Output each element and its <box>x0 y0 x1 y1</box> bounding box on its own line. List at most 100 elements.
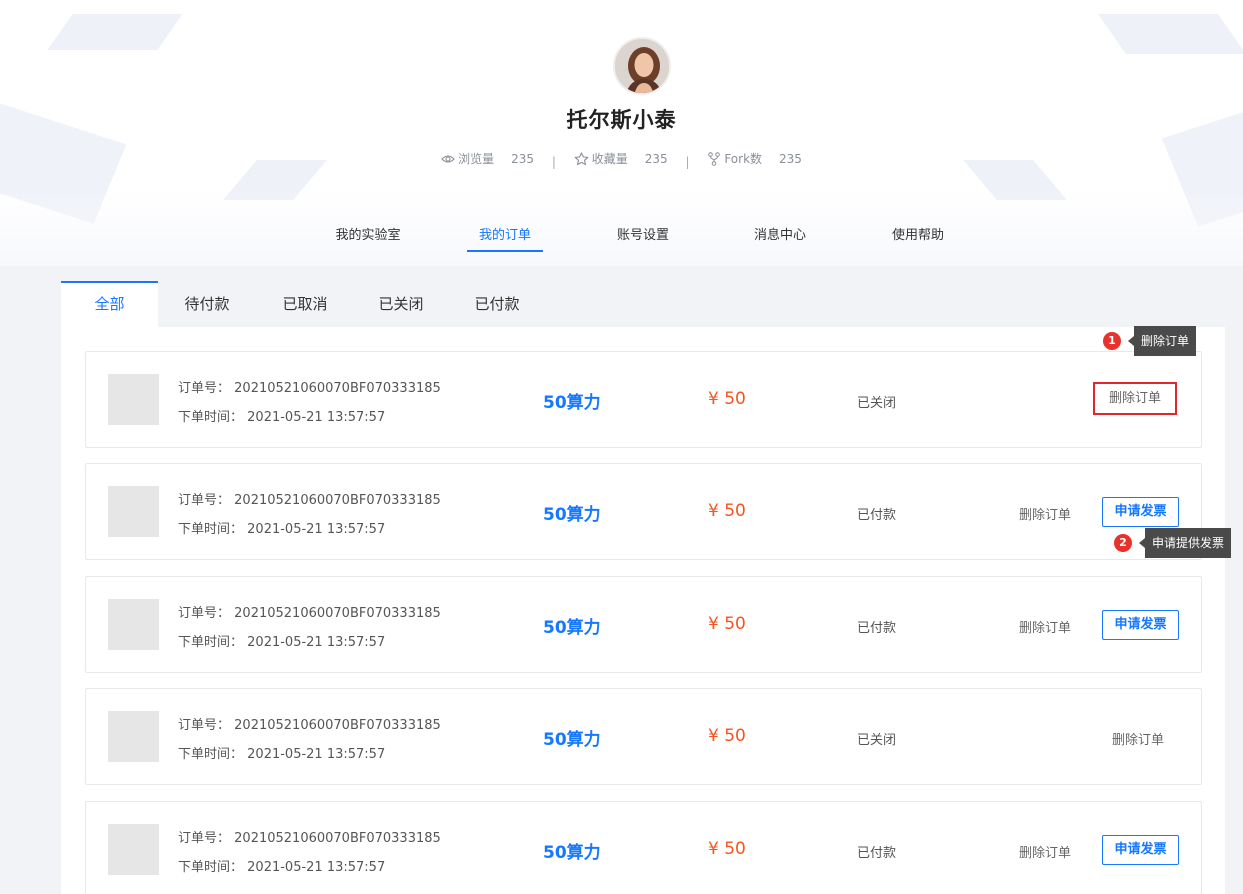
order-time-label: 下单时间： <box>178 747 244 762</box>
favorites-label: 收藏量 <box>591 152 628 166</box>
order-time-line: 下单时间： 2021-05-21 13:57:57 <box>178 743 385 762</box>
delete-order-button[interactable]: 删除订单 <box>1019 617 1071 636</box>
avatar-image <box>615 39 669 93</box>
order-time-line: 下单时间： 2021-05-21 13:57:57 <box>178 631 385 650</box>
order-time-label: 下单时间： <box>178 860 244 875</box>
order-thumbnail <box>108 824 159 875</box>
nav-item-account-settings[interactable]: 账号设置 <box>615 224 671 252</box>
order-price: ¥ 50 <box>708 501 746 521</box>
order-time-line: 下单时间： 2021-05-21 13:57:57 <box>178 856 385 875</box>
order-status: 已付款 <box>857 508 897 523</box>
order-number-line: 订单号： 20210521060070BF070333185 <box>178 377 441 396</box>
order-status: 已关闭 <box>857 396 897 411</box>
order-price: ¥ 50 <box>708 839 746 859</box>
order-thumbnail <box>108 374 159 425</box>
order-card: 订单号： 20210521060070BF070333185 下单时间： 202… <box>85 801 1202 894</box>
nav-item-message-center[interactable]: 消息中心 <box>752 224 808 252</box>
order-number-label: 订单号： <box>178 718 231 733</box>
forks-stat: Fork数 235 <box>707 150 802 167</box>
order-number-line: 订单号： 20210521060070BF070333185 <box>178 714 441 733</box>
tab-cancelled[interactable]: 已取消 <box>273 281 337 327</box>
order-time: 2021-05-21 13:57:57 <box>247 635 386 650</box>
order-status: 已付款 <box>857 846 897 861</box>
order-time-line: 下单时间： 2021-05-21 13:57:57 <box>178 518 385 537</box>
annotation-tooltip: 删除订单 <box>1127 326 1197 356</box>
order-time: 2021-05-21 13:57:57 <box>247 747 386 762</box>
profile-nav: 我的实验室 我的订单 账号设置 消息中心 使用帮助 <box>0 224 1243 254</box>
tab-pending-payment[interactable]: 待付款 <box>175 281 239 327</box>
avatar[interactable] <box>613 37 671 95</box>
order-number-line: 订单号： 20210521060070BF070333185 <box>178 602 441 621</box>
order-number-label: 订单号： <box>178 381 231 396</box>
username: 托尔斯小泰 <box>566 108 677 132</box>
order-card: 订单号： 20210521060070BF070333185 下单时间： 202… <box>85 688 1202 785</box>
order-power: 50算力 <box>543 505 601 525</box>
order-number-label: 订单号： <box>178 606 231 621</box>
order-price: ¥ 50 <box>708 726 746 746</box>
forks-count: 235 <box>779 151 802 166</box>
request-invoice-button[interactable]: 申请发票 <box>1102 497 1179 527</box>
order-number: 20210521060070BF070333185 <box>234 493 441 508</box>
order-number-line: 订单号： 20210521060070BF070333185 <box>178 489 441 508</box>
views-label: 浏览量 <box>458 152 495 166</box>
nav-item-my-orders[interactable]: 我的订单 <box>467 224 543 252</box>
order-time-label: 下单时间： <box>178 635 244 650</box>
annotation-tooltip: 申请提供发票 <box>1138 528 1232 558</box>
order-power: 50算力 <box>543 618 601 638</box>
order-number: 20210521060070BF070333185 <box>234 718 441 733</box>
favorites-stat: 收藏量 235 <box>574 150 668 167</box>
delete-order-button[interactable]: 删除订单 <box>1093 382 1177 415</box>
tab-paid[interactable]: 已付款 <box>465 281 529 327</box>
order-number-label: 订单号： <box>178 493 231 508</box>
fork-icon <box>708 151 721 166</box>
background-shape <box>1097 14 1243 54</box>
order-thumbnail <box>108 486 159 537</box>
order-time-label: 下单时间： <box>178 522 244 537</box>
background-shape <box>47 14 183 50</box>
annotation-request-invoice: 2 申请提供发票 <box>1114 528 1232 558</box>
order-status: 已付款 <box>857 621 897 636</box>
favorites-count: 235 <box>644 151 668 166</box>
order-power: 50算力 <box>543 843 601 863</box>
annotation-delete-order: 1 删除订单 <box>1103 326 1197 356</box>
order-card: 订单号： 20210521060070BF070333185 下单时间： 202… <box>85 576 1202 673</box>
annotation-badge: 1 <box>1103 332 1121 350</box>
delete-order-button[interactable]: 删除订单 <box>1019 504 1071 523</box>
order-number-label: 订单号： <box>178 831 231 846</box>
stat-separator: | <box>685 154 690 169</box>
profile-stats: 浏览量 235 | 收藏量 235 | Fork数 235 <box>0 150 1243 169</box>
annotation-badge: 2 <box>1114 534 1132 552</box>
views-stat: 浏览量 235 <box>441 150 534 167</box>
order-time: 2021-05-21 13:57:57 <box>247 410 386 425</box>
tab-closed[interactable]: 已关闭 <box>369 281 433 327</box>
nav-item-my-lab[interactable]: 我的实验室 <box>333 224 403 252</box>
order-power: 50算力 <box>543 393 601 413</box>
request-invoice-button[interactable]: 申请发票 <box>1102 610 1179 640</box>
nav-item-help[interactable]: 使用帮助 <box>890 224 946 252</box>
order-number: 20210521060070BF070333185 <box>234 606 441 621</box>
order-number: 20210521060070BF070333185 <box>234 831 441 846</box>
order-card: 订单号： 20210521060070BF070333185 下单时间： 202… <box>85 351 1202 448</box>
order-price: ¥ 50 <box>708 614 746 634</box>
order-thumbnail <box>108 711 159 762</box>
forks-label: Fork数 <box>724 152 763 166</box>
delete-order-button[interactable]: 删除订单 <box>1112 729 1164 748</box>
star-icon <box>574 151 589 165</box>
order-status: 已关闭 <box>857 733 897 748</box>
order-number-line: 订单号： 20210521060070BF070333185 <box>178 827 441 846</box>
order-time: 2021-05-21 13:57:57 <box>247 860 386 875</box>
order-power: 50算力 <box>543 730 601 750</box>
delete-order-button[interactable]: 删除订单 <box>1019 842 1071 861</box>
request-invoice-button[interactable]: 申请发票 <box>1102 835 1179 865</box>
profile-header: 托尔斯小泰 浏览量 235 | 收藏量 235 | Fork数 235 我的实验… <box>0 0 1243 266</box>
order-time-label: 下单时间： <box>178 410 244 425</box>
eye-icon <box>441 154 455 163</box>
order-thumbnail <box>108 599 159 650</box>
order-card: 订单号： 20210521060070BF070333185 下单时间： 202… <box>85 463 1202 560</box>
order-time: 2021-05-21 13:57:57 <box>247 522 386 537</box>
order-number: 20210521060070BF070333185 <box>234 381 441 396</box>
tab-all[interactable]: 全部 <box>61 281 158 327</box>
stat-separator: | <box>551 154 556 169</box>
order-price: ¥ 50 <box>708 389 746 409</box>
order-time-line: 下单时间： 2021-05-21 13:57:57 <box>178 406 385 425</box>
